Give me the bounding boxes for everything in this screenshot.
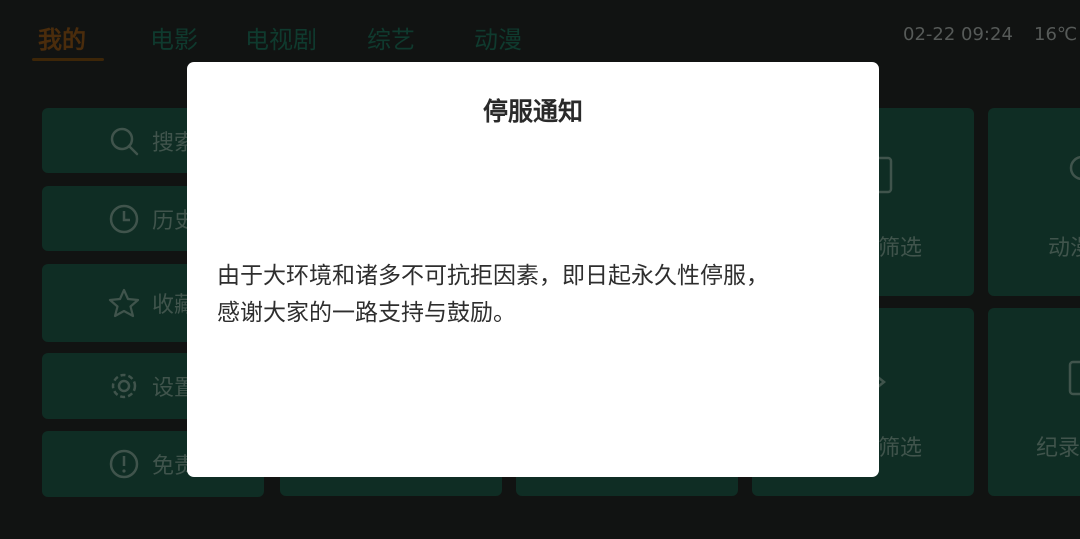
tile-label: 动漫 bbox=[1048, 236, 1080, 261]
tab-variety[interactable]: 综艺 bbox=[367, 20, 415, 55]
bulb-icon bbox=[1069, 155, 1080, 181]
datetime-label: 02-22 09:24 bbox=[903, 24, 1013, 45]
tile-label: 筛选 bbox=[878, 436, 923, 461]
search-icon bbox=[110, 127, 139, 155]
gear-icon bbox=[111, 373, 137, 399]
active-tab-indicator bbox=[32, 58, 104, 61]
content-tile-documentary[interactable]: 纪录 bbox=[988, 308, 1080, 496]
tab-mine[interactable]: 我的 bbox=[38, 20, 86, 55]
content-tile-anime[interactable]: 动漫 bbox=[988, 108, 1080, 296]
screen-icon bbox=[1068, 360, 1080, 396]
info-icon bbox=[109, 449, 139, 479]
dialog-message: 由于大环境和诸多不可抗拒因素，即日起永久性停服， 感谢大家的一路支持与鼓励。 bbox=[217, 258, 857, 332]
dialog-message-line: 由于大环境和诸多不可抗拒因素，即日起永久性停服， bbox=[217, 263, 769, 289]
clock-icon bbox=[109, 204, 139, 233]
dialog-message-line: 感谢大家的一路支持与鼓励。 bbox=[217, 300, 516, 326]
tile-label: 筛选 bbox=[878, 236, 923, 261]
star-icon bbox=[108, 288, 140, 318]
tab-tv-series[interactable]: 电视剧 bbox=[245, 20, 317, 55]
dialog-title: 停服通知 bbox=[482, 97, 583, 126]
temperature-label: 16℃ bbox=[1034, 24, 1078, 45]
tab-anime[interactable]: 动漫 bbox=[474, 20, 522, 55]
top-navigation: 我的 电影 电视剧 综艺 动漫 02-22 09:24 16℃ bbox=[0, 0, 1080, 70]
shutdown-notice-dialog: 停服通知 由于大环境和诸多不可抗拒因素，即日起永久性停服， 感谢大家的一路支持与… bbox=[187, 62, 879, 477]
tab-movies[interactable]: 电影 bbox=[150, 20, 198, 55]
tile-label: 纪录 bbox=[1036, 436, 1080, 461]
